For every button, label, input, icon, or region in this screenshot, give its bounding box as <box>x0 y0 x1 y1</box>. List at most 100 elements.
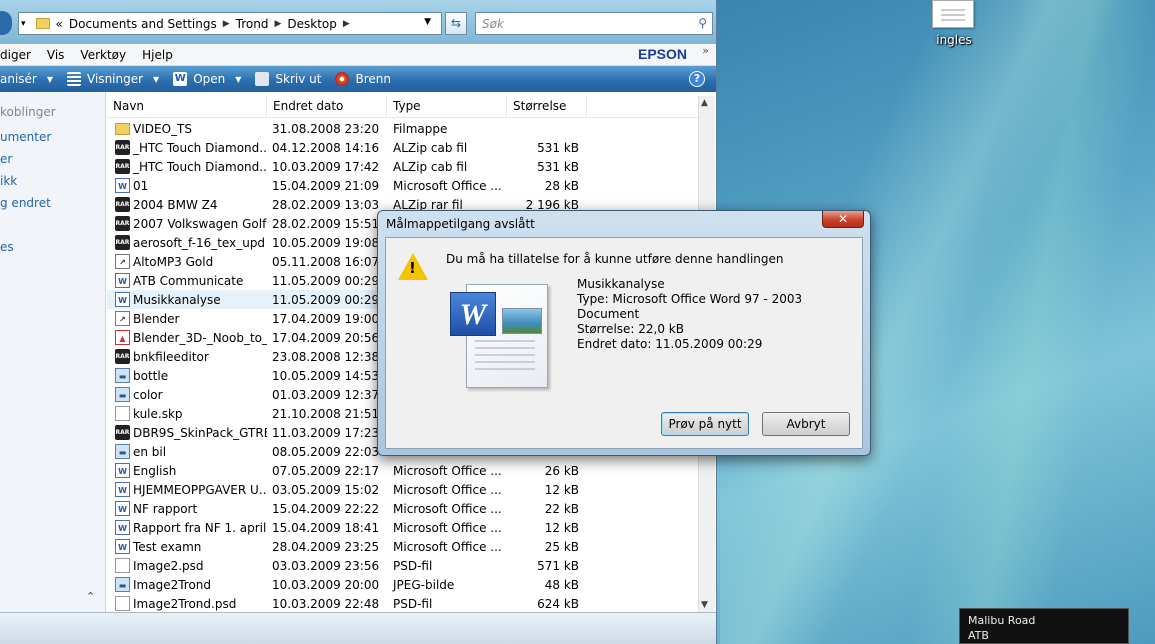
chevron-right-icon[interactable]: ▶ <box>223 19 230 29</box>
column-header-type[interactable]: Type <box>387 96 507 117</box>
table-row[interactable]: W HJEMMEOPPGAVER U... 03.05.2009 15:02 Micr… <box>107 480 705 499</box>
cancel-button[interactable]: Avbryt <box>762 412 850 436</box>
breadcrumb-documents-and-settings[interactable]: Documents and Settings <box>69 17 217 31</box>
table-row[interactable]: ▬ Image2Trond 10.03.2009 20:00 JPEG-bilde 48… <box>107 575 705 594</box>
file-name-cell[interactable]: ▲ Blender_3D-_Noob_to_... <box>107 330 267 345</box>
table-row[interactable]: RAR _HTC Touch Diamond... 04.12.2008 14:16… <box>107 138 705 157</box>
file-name-cell[interactable]: ↗ AltoMP3 Gold <box>107 254 267 269</box>
file-name-cell[interactable]: RAR 2007 Volkswagen Golf ... <box>107 216 267 231</box>
menu-tools[interactable]: Verktøy <box>80 48 126 62</box>
table-row[interactable]: W English 07.05.2009 22:17 Microsoft Office… <box>107 461 705 480</box>
nav-link-recently-changed[interactable]: g endret <box>0 196 51 210</box>
file-name-cell[interactable]: RAR bnkfileeditor <box>107 349 267 364</box>
table-row[interactable]: W Test examn 28.04.2009 23:25 Microsoft Off… <box>107 537 705 556</box>
file-name-cell[interactable]: kule.skp <box>107 406 267 421</box>
file-name: _HTC Touch Diamond... <box>133 140 267 155</box>
warning-icon-mark: ! <box>409 259 416 277</box>
search-icon[interactable]: ⚲ <box>698 16 707 30</box>
views-button[interactable]: Visninger ▼ <box>67 72 159 86</box>
file-name-cell[interactable]: W Test examn <box>107 539 267 554</box>
table-row[interactable]: RAR _HTC Touch Diamond... 10.03.2009 17:42… <box>107 157 705 176</box>
file-info-name: Musikkanalyse <box>577 277 665 291</box>
word-icon: W <box>115 178 130 193</box>
back-button[interactable] <box>0 11 12 35</box>
file-name-cell[interactable]: RARDBR9S_SkinPack_GTRE... <box>107 425 267 440</box>
image-icon: ▬ <box>115 444 130 459</box>
menu-view[interactable]: Vis <box>47 48 65 62</box>
column-header-date[interactable]: Endret dato <box>267 96 387 117</box>
address-dropdown-icon[interactable]: ▼ <box>424 17 431 27</box>
address-bar[interactable]: ▾ « Documents and Settings ▶ Trond ▶ Des… <box>18 12 442 35</box>
file-name-cell[interactable]: RAR 2004 BMW Z4 <box>107 197 267 212</box>
nav-link-pictures[interactable]: er <box>0 152 12 166</box>
file-date: 15.04.2009 22:22 <box>272 501 380 516</box>
menu-edit[interactable]: diger <box>0 48 31 62</box>
file-name-cell[interactable]: Image2.psd <box>107 558 267 573</box>
menu-help[interactable]: Hjelp <box>142 48 173 62</box>
print-button[interactable]: Skriv ut <box>255 72 321 86</box>
chevron-right-icon[interactable]: ▶ <box>343 19 350 29</box>
file-date: 10.05.2009 14:53 <box>272 368 380 383</box>
file-date: 15.04.2009 21:09 <box>272 178 380 193</box>
file-name-cell[interactable]: ▬ en bil <box>107 444 267 459</box>
file-type: JPEG-bilde <box>393 577 455 592</box>
column-header-size[interactable]: Størrelse <box>507 96 587 117</box>
table-row[interactable]: VIDEO_TS 31.08.2008 23:20 Filmappe <box>107 119 705 138</box>
retry-button[interactable]: Prøv på nytt <box>661 412 749 436</box>
double-chevron-icon[interactable]: » <box>702 44 709 57</box>
file-name-cell[interactable]: W 01 <box>107 178 267 193</box>
organize-button[interactable]: anisér ▼ <box>0 72 53 86</box>
chevron-down-icon[interactable]: ▾ <box>21 19 26 29</box>
breadcrumb-trond[interactable]: Trond <box>236 17 269 31</box>
desktop-file-ingles[interactable]: ingles <box>928 0 980 50</box>
collapse-chevron-icon[interactable]: ⌃ <box>86 590 95 603</box>
file-name-cell[interactable]: WRapport fra NF 1. april! ... <box>107 520 267 535</box>
file-name-cell[interactable]: W English <box>107 463 267 478</box>
table-row[interactable]: W 01 15.04.2009 21:09 Microsoft Office ... 2… <box>107 176 705 195</box>
table-row[interactable]: WRapport fra NF 1. april! ... 15.04.2009 … <box>107 518 705 537</box>
table-row[interactable]: Image2Trond.psd 10.03.2009 22:48 PSD-fil 62… <box>107 594 705 613</box>
file-date: 31.08.2008 23:20 <box>272 121 380 136</box>
breadcrumb-desktop[interactable]: Desktop <box>287 17 337 31</box>
scroll-down-icon[interactable]: ▼ <box>701 600 708 610</box>
file-date: 10.03.2009 22:48 <box>272 596 380 611</box>
column-header-name[interactable]: Navn <box>107 96 267 117</box>
file-name-cell[interactable]: RAR _HTC Touch Diamond... <box>107 140 267 155</box>
file-name-cell[interactable]: ↗ Blender <box>107 311 267 326</box>
table-row[interactable]: W NF rapport 15.04.2009 22:22 Microsoft Off… <box>107 499 705 518</box>
file-name-cell[interactable]: ▬ Image2Trond <box>107 577 267 592</box>
nav-link-music[interactable]: ikk <box>0 174 17 188</box>
file-name: 01 <box>133 178 149 193</box>
archive-icon: RAR <box>115 159 130 174</box>
chevron-right-icon[interactable]: ▶ <box>274 19 281 29</box>
help-icon[interactable]: ? <box>689 71 705 87</box>
refresh-button[interactable]: ⇆ <box>445 12 467 35</box>
file-name-cell[interactable]: W HJEMMEOPPGAVER U... <box>107 482 267 497</box>
file-name-cell[interactable]: RAR _HTC Touch Diamond... <box>107 159 267 174</box>
file-name-cell[interactable]: W NF rapport <box>107 501 267 516</box>
file-type: ALZip cab fil <box>393 140 468 155</box>
word-icon: W <box>115 539 130 554</box>
table-row[interactable]: Image2.psd 03.03.2009 23:56 PSD-fil 571 kB <box>107 556 705 575</box>
close-button[interactable]: ✕ <box>822 211 864 228</box>
epson-logo[interactable]: EPSON <box>638 46 687 62</box>
nav-link-documents[interactable]: umenter <box>0 130 51 144</box>
file-name-cell[interactable]: RAR aerosoft_f-16_tex_upd <box>107 235 267 250</box>
document-icon <box>932 0 974 28</box>
search-input[interactable]: Søk ⚲ <box>475 12 713 35</box>
burn-button[interactable]: Brenn <box>335 72 391 86</box>
breadcrumb-prefix[interactable]: « <box>56 17 63 31</box>
nav-link-searches[interactable]: es <box>0 240 14 254</box>
file-name-cell[interactable]: ▬ bottle <box>107 368 267 383</box>
open-button[interactable]: W Open ▼ <box>173 72 241 86</box>
file-name: kule.skp <box>133 406 183 421</box>
word-icon: W <box>173 72 188 86</box>
file-name-cell[interactable]: ▬ color <box>107 387 267 402</box>
file-date: 11.03.2009 17:23 <box>272 425 380 440</box>
file-name-cell[interactable]: W ATB Communicate <box>107 273 267 288</box>
scroll-up-icon[interactable]: ▲ <box>701 98 708 108</box>
file-name-cell[interactable]: VIDEO_TS <box>107 122 267 136</box>
file-name-cell[interactable]: Image2Trond.psd <box>107 596 267 611</box>
file-date: 11.05.2009 00:29 <box>272 292 380 307</box>
file-name-cell[interactable]: W Musikkanalyse <box>107 292 267 307</box>
